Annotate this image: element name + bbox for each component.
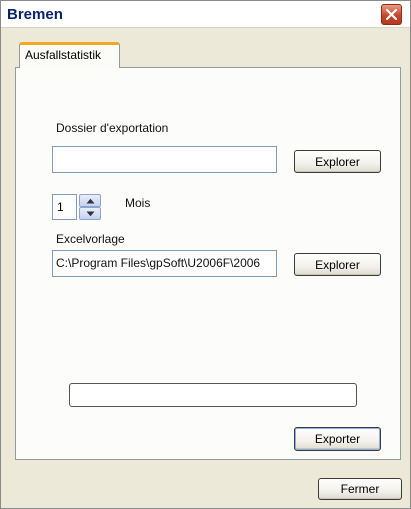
arrow-up-icon — [86, 198, 94, 203]
close-icon — [386, 9, 397, 20]
spin-down-button[interactable] — [79, 207, 101, 220]
tab-ausfallstatistik[interactable]: Ausfallstatistik — [19, 42, 120, 68]
months-spinner-input[interactable]: 1 — [52, 194, 77, 220]
export-folder-input[interactable] — [52, 146, 277, 173]
dialog-window: Bremen Ausfallstatistik Dossier d'export… — [0, 0, 411, 509]
browse-excel-template-button[interactable]: Explorer — [294, 253, 381, 276]
export-folder-label: Dossier d'exportation — [56, 121, 169, 135]
window-title: Bremen — [7, 6, 63, 23]
close-button[interactable]: Fermer — [318, 478, 402, 500]
tab-label: Ausfallstatistik — [25, 48, 102, 62]
spin-up-button[interactable] — [79, 194, 101, 207]
close-window-button[interactable] — [381, 4, 402, 25]
browse-export-folder-button[interactable]: Explorer — [294, 150, 381, 173]
export-button[interactable]: Exporter — [294, 427, 381, 451]
months-label: Mois — [125, 196, 151, 210]
months-spinner — [79, 194, 101, 220]
progress-field — [69, 383, 357, 407]
excel-template-input[interactable]: C:\Program Files\gpSoft\U2006F\2006 — [52, 250, 277, 277]
excel-template-label: Excelvorlage — [56, 232, 125, 246]
title-bar: Bremen — [1, 1, 410, 28]
arrow-down-icon — [86, 211, 94, 216]
